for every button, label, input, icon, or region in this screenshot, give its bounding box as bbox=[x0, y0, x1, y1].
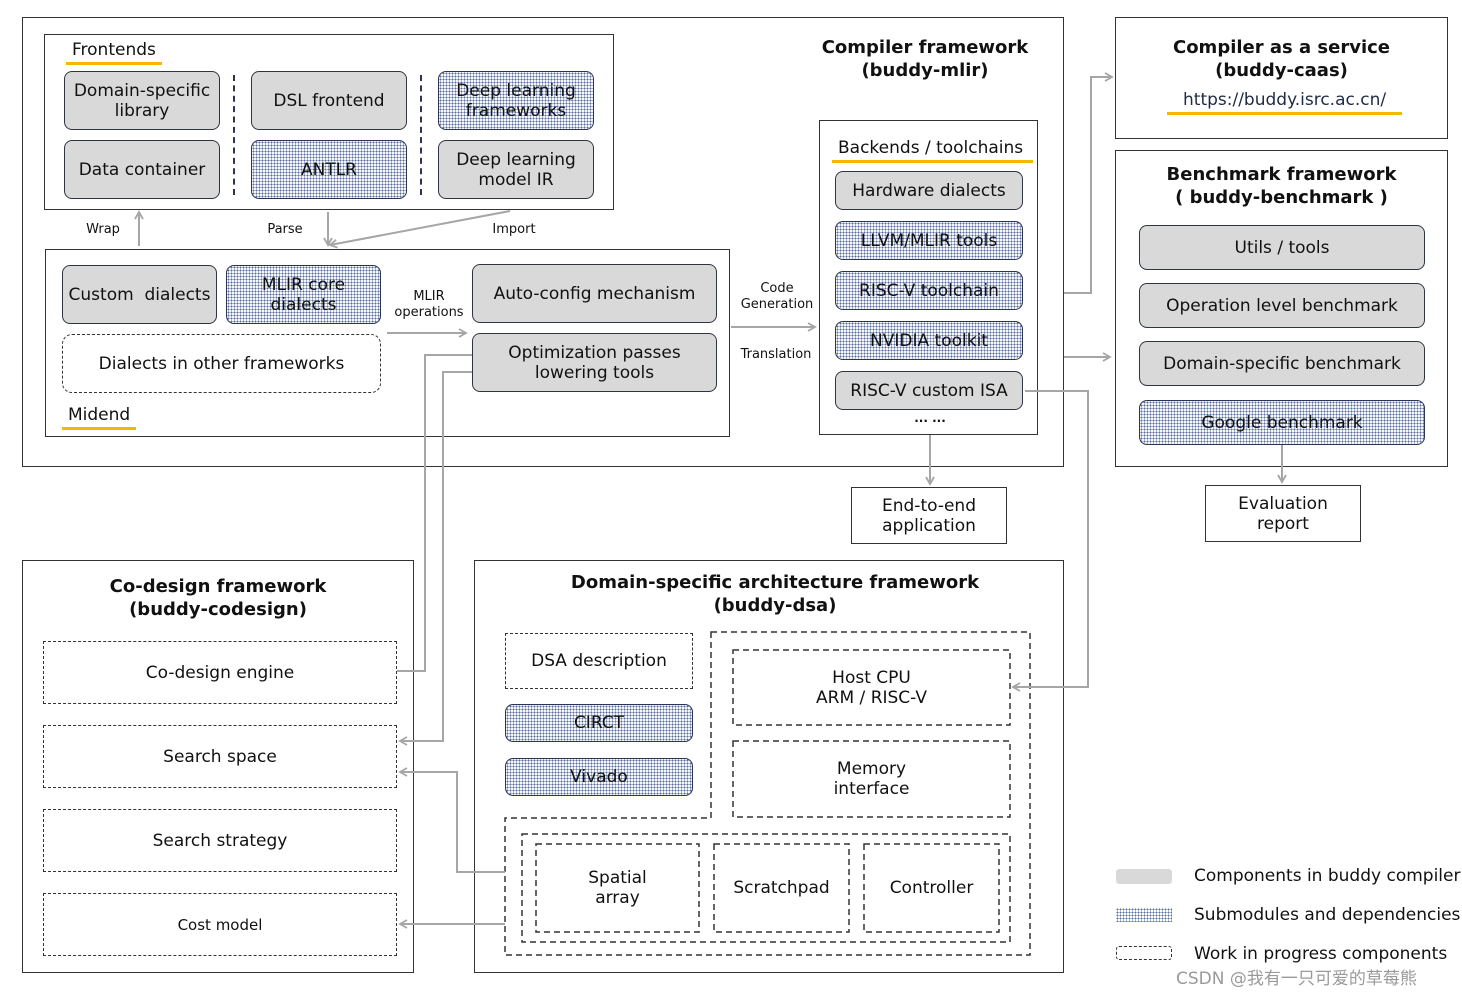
mlir-operations-line1: MLIR bbox=[413, 289, 445, 304]
host-cpu-line2: ARM / RISC-V bbox=[816, 687, 927, 708]
legend: Components in buddy compiler Submodules … bbox=[1110, 862, 1462, 972]
codesign-title-line1: Co-design framework bbox=[109, 576, 327, 597]
host-cpu-line1: Host CPU bbox=[832, 667, 911, 688]
end-to-end-application[interactable]: End-to-end application bbox=[851, 487, 1007, 544]
evaluation-line1: Evaluation bbox=[1238, 493, 1328, 514]
caas-title: Compiler as a service (buddy-caas) bbox=[1115, 36, 1448, 82]
search-strategy[interactable]: Search strategy bbox=[43, 809, 397, 872]
backends-section-label: Backends / toolchains bbox=[832, 138, 1034, 163]
end-to-end-line1: End-to-end bbox=[882, 495, 976, 516]
legend-swatch-solid bbox=[1116, 869, 1172, 884]
hardware-dialects[interactable]: Hardware dialects bbox=[835, 171, 1023, 210]
deep-learning-model-ir[interactable]: Deep learning model IR bbox=[438, 140, 594, 199]
backends-ellipsis: ... ... bbox=[914, 411, 946, 425]
import-label: Import bbox=[492, 222, 536, 237]
spatial-line2: array bbox=[595, 888, 640, 908]
frontends-separator-1 bbox=[233, 75, 235, 195]
evaluation-line2: report bbox=[1257, 513, 1309, 534]
mlir-core-dialects[interactable]: MLIR core dialects bbox=[226, 265, 381, 324]
llvm-mlir-tools[interactable]: LLVM/MLIR tools bbox=[835, 221, 1023, 260]
compiler-framework-title: Compiler framework (buddy-mlir) bbox=[790, 36, 1060, 82]
compiler-title-line2: (buddy-mlir) bbox=[861, 60, 989, 81]
dsa-description[interactable]: DSA description bbox=[505, 633, 693, 689]
codesign-engine[interactable]: Co-design engine bbox=[43, 641, 397, 704]
mlir-operations-line2: operations bbox=[394, 305, 464, 320]
spatial-line1: Spatial bbox=[588, 868, 647, 888]
compiler-title-line1: Compiler framework bbox=[821, 37, 1029, 58]
legend-label-dashed: Work in progress components bbox=[1194, 944, 1448, 964]
risc-v-toolchain[interactable]: RISC-V toolchain bbox=[835, 271, 1023, 310]
code-generation-label: Code Generation bbox=[736, 281, 818, 313]
domain-specific-library[interactable]: Domain-specific library bbox=[64, 71, 220, 130]
legend-swatch-dotted bbox=[1116, 908, 1172, 922]
codesign-title: Co-design framework (buddy-codesign) bbox=[22, 575, 414, 621]
code-generation-line2: Generation bbox=[740, 297, 814, 312]
benchmark-title: Benchmark framework ( buddy-benchmark ) bbox=[1115, 163, 1448, 209]
scratchpad[interactable]: Scratchpad bbox=[714, 844, 849, 932]
circt[interactable]: CIRCT bbox=[505, 704, 693, 742]
caas-url-link[interactable]: https://buddy.isrc.ac.cn/ bbox=[1167, 90, 1403, 115]
midend-section-label: Midend bbox=[62, 405, 137, 430]
host-cpu[interactable]: Host CPU ARM / RISC-V bbox=[733, 650, 1010, 725]
google-benchmark[interactable]: Google benchmark bbox=[1139, 400, 1425, 445]
dsl-frontend[interactable]: DSL frontend bbox=[251, 71, 407, 130]
to-caas-arrow bbox=[1064, 72, 1114, 294]
cost-model[interactable]: Cost model bbox=[43, 893, 397, 956]
search-space[interactable]: Search space bbox=[43, 725, 397, 788]
nvidia-toolkit[interactable]: NVIDIA toolkit bbox=[835, 321, 1023, 360]
utils-tools[interactable]: Utils / tools bbox=[1139, 225, 1425, 270]
operation-level-benchmark[interactable]: Operation level benchmark bbox=[1139, 283, 1425, 328]
deep-learning-frameworks[interactable]: Deep learning frameworks bbox=[438, 71, 594, 130]
memory-line1: Memory bbox=[836, 759, 907, 779]
dialects-in-other-frameworks[interactable]: Dialects in other frameworks bbox=[62, 334, 381, 393]
benchmark-title-line1: Benchmark framework bbox=[1166, 164, 1397, 185]
watermark: CSDN @我有一只可爱的草莓熊 bbox=[1176, 969, 1417, 989]
domain-specific-benchmark[interactable]: Domain-specific benchmark bbox=[1139, 341, 1425, 386]
vivado[interactable]: Vivado bbox=[505, 758, 693, 796]
benchmark-title-line2: ( buddy-benchmark ) bbox=[1175, 187, 1388, 208]
legend-swatch-dashed bbox=[1116, 946, 1172, 960]
antlr[interactable]: ANTLR bbox=[251, 140, 407, 199]
memory-line2: interface bbox=[833, 779, 910, 799]
auto-config-mechanism[interactable]: Auto-config mechanism bbox=[472, 264, 717, 323]
caas-title-line1: Compiler as a service bbox=[1172, 37, 1391, 58]
code-generation-line1: Code bbox=[760, 281, 794, 296]
spatial-array[interactable]: Spatial array bbox=[536, 844, 699, 932]
wrap-label: Wrap bbox=[86, 222, 120, 237]
controller[interactable]: Controller bbox=[864, 844, 999, 932]
codesign-title-line2: (buddy-codesign) bbox=[129, 599, 307, 620]
caas-title-line2: (buddy-caas) bbox=[1215, 60, 1348, 81]
custom-dialects[interactable]: Custom dialects bbox=[62, 265, 217, 324]
parse-label: Parse bbox=[267, 222, 303, 237]
mlir-operations-label: MLIR operations bbox=[390, 289, 468, 321]
legend-label-solid: Components in buddy compiler bbox=[1194, 866, 1461, 886]
frontends-separator-2 bbox=[420, 75, 422, 195]
end-to-end-line2: application bbox=[882, 515, 976, 536]
evaluation-report[interactable]: Evaluation report bbox=[1205, 485, 1361, 542]
risc-v-custom-isa[interactable]: RISC-V custom ISA bbox=[835, 371, 1023, 410]
frontends-section-label: Frontends bbox=[66, 40, 162, 65]
dsa-title-line1: Domain-specific architecture framework bbox=[570, 572, 980, 593]
data-container[interactable]: Data container bbox=[64, 140, 220, 199]
translation-label: Translation bbox=[740, 347, 812, 362]
optimization-passes-lowering-tools[interactable]: Optimization passes lowering tools bbox=[472, 333, 717, 392]
memory-interface[interactable]: Memory interface bbox=[733, 741, 1010, 817]
dsa-title: Domain-specific architecture framework (… bbox=[474, 571, 1076, 617]
legend-label-dotted: Submodules and dependencies bbox=[1194, 905, 1461, 925]
dsa-title-line2: (buddy-dsa) bbox=[713, 595, 837, 616]
